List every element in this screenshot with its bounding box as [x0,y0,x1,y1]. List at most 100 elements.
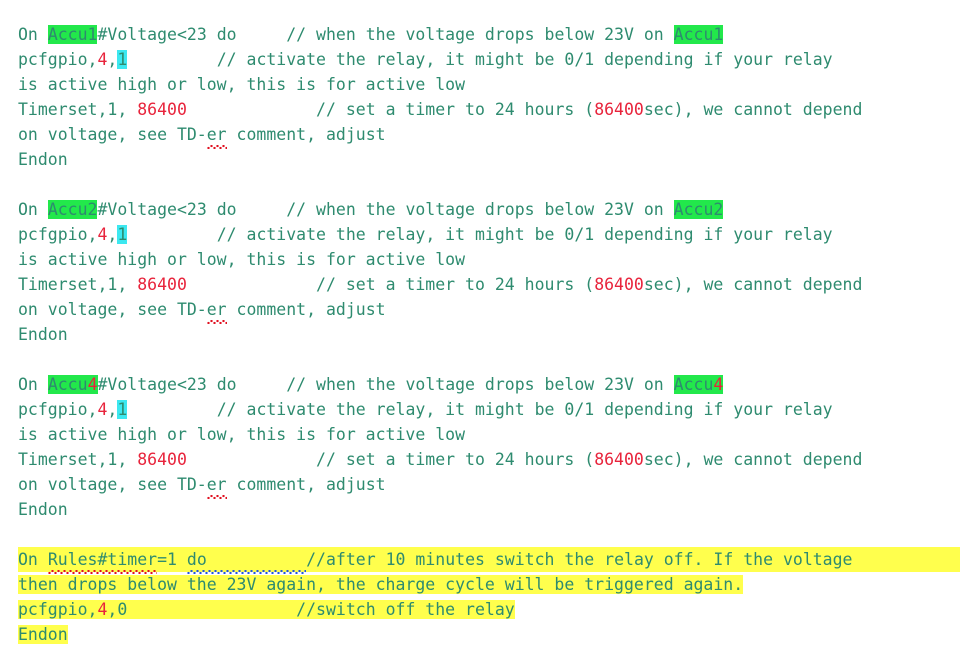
code-text: On [18,550,48,569]
numeric-literal: 4 [97,600,108,619]
grammarcheck-error-token: do [186,547,307,574]
code-line[interactable]: is active high or low, this is for activ… [18,247,960,272]
code-line[interactable]: On Accu1#Voltage<23 do // when the volta… [18,22,960,47]
numeric-literal: 86400 [594,100,644,119]
code-text: #Voltage<23 do [97,200,287,219]
code-line[interactable]: Timerset,1, 86400 // set a timer to 24 h… [18,97,960,122]
green-highlight-token: Accu2 [47,200,98,219]
code-text: comment, adjust [226,475,386,494]
block-separator [18,347,960,372]
code-line[interactable]: Timerset,1, 86400 // set a timer to 24 h… [18,447,960,472]
code-text: Timerset,1, [18,100,138,119]
code-line[interactable]: Timerset,1, 86400 // set a timer to 24 h… [18,272,960,297]
code-line[interactable]: pcfgpio,4,0 //switch off the relay [18,597,960,622]
code-text: Endon [18,325,68,344]
code-line[interactable]: On Accu4#Voltage<23 do // when the volta… [18,372,960,397]
code-text: //switch off the relay [296,600,515,619]
code-text: Endon [18,150,68,169]
green-highlight-token: Accu1 [47,25,98,44]
code-text: On [18,25,48,44]
code-line-content: is active high or low, this is for activ… [18,75,465,94]
code-text: // when the voltage drops below 23V on [286,200,674,219]
code-line-content: On Accu2#Voltage<23 do // when the volta… [18,200,724,219]
code-line-content: on voltage, see TD-er comment, adjust [18,472,386,499]
code-line-content: then drops below the 23V again, the char… [18,575,744,594]
code-line[interactable]: pcfgpio,4,1 // activate the relay, it mi… [18,47,960,72]
code-text: on voltage, see TD- [18,300,207,319]
code-editor-canvas[interactable]: On Accu1#Voltage<23 do // when the volta… [0,0,960,647]
cyan-highlight-token: 1 [117,225,128,244]
cyan-highlight-token: 1 [117,400,128,419]
rule-block: On Accu2#Voltage<23 do // when the volta… [18,197,960,347]
numeric-literal: 86400 [594,275,644,294]
numeric-literal: 4 [97,50,108,69]
code-text: is active high or low, this is for activ… [18,75,466,94]
code-line-content: is active high or low, this is for activ… [18,250,465,269]
numeric-literal: 86400 [137,100,187,119]
code-text: sec), we cannot depend [643,275,863,294]
numeric-literal: 86400 [594,450,644,469]
code-text: =1 [157,550,187,569]
code-text: then drops below the 23V again, the char… [18,575,744,594]
code-line[interactable]: then drops below the 23V again, the char… [18,572,960,597]
block-separator [18,522,960,547]
code-line[interactable]: Endon [18,322,960,347]
code-line[interactable]: On Rules#timer=1 do //after 10 minutes s… [18,547,960,574]
code-text: sec), we cannot depend [643,100,863,119]
code-text: // set a timer to 24 hours ( [316,450,595,469]
code-line-content: pcfgpio,4,1 // activate the relay, it mi… [18,225,833,244]
code-line-content: on voltage, see TD-er comment, adjust [18,300,386,324]
code-line-content: on voltage, see TD-er comment, adjust [18,125,386,149]
code-text: // set a timer to 24 hours ( [316,275,595,294]
code-text: comment, adjust [226,125,386,144]
code-text: ,0 [107,600,297,619]
code-text: comment, adjust [226,300,386,319]
code-line[interactable]: pcfgpio,4,1 // activate the relay, it mi… [18,397,960,422]
numeric-literal: 86400 [137,450,187,469]
cyan-highlight-token: 1 [117,50,128,69]
code-line[interactable]: is active high or low, this is for activ… [18,72,960,97]
code-line[interactable]: On Accu2#Voltage<23 do // when the volta… [18,197,960,222]
rule-block: On Rules#timer=1 do //after 10 minutes s… [18,547,960,647]
code-text: , [107,50,118,69]
spellcheck-error-token: Rules#timer [47,547,158,574]
code-line[interactable]: on voltage, see TD-er comment, adjust [18,472,960,499]
code-line[interactable]: Endon [18,622,960,647]
code-line-content: pcfgpio,4,1 // activate the relay, it mi… [18,50,833,69]
code-line-content: Endon [18,500,68,519]
code-line[interactable]: Endon [18,497,960,522]
numeric-literal: 4 [97,225,108,244]
code-line-content: is active high or low, this is for activ… [18,425,465,444]
code-text: // when the voltage drops below 23V on [286,25,674,44]
code-text: //after 10 minutes switch the relay off.… [306,550,853,569]
code-text: , [107,400,118,419]
code-line-content: Timerset,1, 86400 // set a timer to 24 h… [18,275,862,294]
code-text: pcfgpio, [18,600,98,619]
code-line[interactable]: on voltage, see TD-er comment, adjust [18,122,960,149]
code-line-content: Endon [18,625,68,644]
numeric-literal: 86400 [137,275,187,294]
code-line[interactable]: Endon [18,147,960,172]
green-highlight-numeric-token: 4 [713,375,724,394]
code-line[interactable]: pcfgpio,4,1 // activate the relay, it mi… [18,222,960,247]
code-text: #Voltage<23 do [97,25,287,44]
code-line-content: Endon [18,150,68,169]
code-text: // when the voltage drops below 23V on [286,375,674,394]
green-highlight-token: Accu1 [673,25,724,44]
code-line[interactable]: is active high or low, this is for activ… [18,422,960,447]
code-text: pcfgpio, [18,50,98,69]
code-line-content: pcfgpio,4,1 // activate the relay, it mi… [18,400,833,419]
code-text: Timerset,1, [18,275,138,294]
code-text: // activate the relay, it might be 0/1 d… [216,50,833,69]
code-text: #Voltage<23 do [97,375,287,394]
spellcheck-error-token: er [206,472,227,499]
code-line[interactable]: on voltage, see TD-er comment, adjust [18,297,960,324]
rule-block: On Accu4#Voltage<23 do // when the volta… [18,372,960,522]
code-text: // set a timer to 24 hours ( [316,100,595,119]
code-text: , [107,225,118,244]
